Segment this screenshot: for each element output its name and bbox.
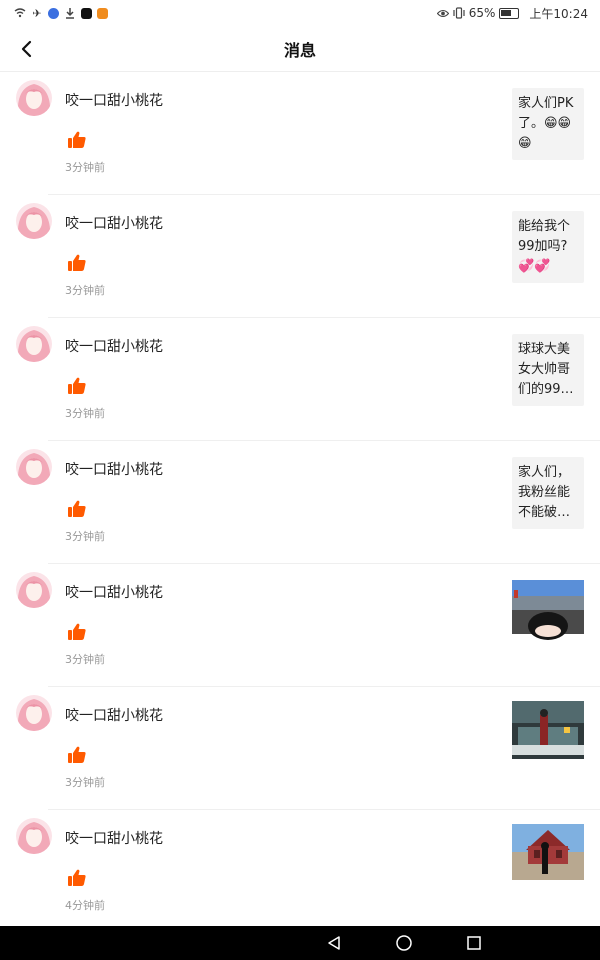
sender-name: 咬一口甜小桃花	[65, 708, 163, 724]
avatar[interactable]	[16, 695, 52, 731]
vibrate-icon	[453, 7, 465, 19]
status-left-icons: ✈	[14, 6, 108, 20]
list-item[interactable]: 咬一口甜小桃花 3分钟前	[0, 687, 600, 810]
timestamp: 3分钟前	[65, 776, 105, 789]
post-preview[interactable]: 家人们PK了。😁😁😁	[512, 88, 584, 160]
list-item[interactable]: 咬一口甜小桃花 4分钟前	[0, 810, 600, 933]
timestamp: 3分钟前	[65, 161, 105, 174]
preview-text: 家人们，我粉丝能不能破…	[518, 465, 571, 520]
back-button[interactable]	[12, 34, 40, 64]
sender-name: 咬一口甜小桃花	[65, 831, 163, 847]
system-nav-bar	[0, 926, 600, 960]
thumbs-up-icon	[66, 375, 88, 397]
header: 消息	[0, 26, 600, 72]
video-app-icon	[97, 7, 108, 19]
timestamp: 3分钟前	[65, 284, 105, 297]
timestamp: 3分钟前	[65, 530, 105, 543]
status-right-icons: 65% 上午10:24	[436, 5, 588, 22]
timestamp: 4分钟前	[65, 899, 105, 912]
avatar[interactable]	[16, 203, 52, 239]
square-recents-icon	[467, 936, 481, 950]
building-character-thumbnail[interactable]	[512, 820, 584, 886]
thumbs-up-icon	[66, 621, 88, 643]
preview-text: 家人们PK了。😁😁😁	[518, 96, 574, 151]
sender-name: 咬一口甜小桃花	[65, 216, 163, 232]
post-preview[interactable]: 球球大美女大帅哥们的99…	[512, 334, 584, 406]
status-bar: ✈ 65% 上午10:24	[0, 0, 600, 26]
nav-recents-button[interactable]	[464, 933, 484, 953]
sender-name: 咬一口甜小桃花	[65, 462, 163, 478]
list-item[interactable]: 咬一口甜小桃花 3分钟前 家人们PK了。😁😁😁	[0, 72, 600, 195]
sender-name: 咬一口甜小桃花	[65, 93, 163, 109]
avatar[interactable]	[16, 80, 52, 116]
list-item[interactable]: 咬一口甜小桃花 3分钟前 家人们，我粉丝能不能破…	[0, 441, 600, 564]
message-list: 咬一口甜小桃花 3分钟前 家人们PK了。😁😁😁 咬一口甜小桃花 3分钟前 能给我…	[0, 72, 600, 933]
preview-text: 球球大美女大帅哥们的99…	[518, 342, 574, 397]
page-title: 消息	[283, 40, 316, 60]
road-scene-thumbnail[interactable]	[512, 574, 584, 640]
airplane-icon: ✈	[32, 6, 42, 20]
avatar[interactable]	[16, 326, 52, 362]
thumbs-up-icon	[66, 252, 88, 274]
list-item[interactable]: 咬一口甜小桃花 3分钟前	[0, 564, 600, 687]
nav-back-button[interactable]	[324, 933, 344, 953]
sender-name: 咬一口甜小桃花	[65, 585, 163, 601]
avatar[interactable]	[16, 449, 52, 485]
list-item[interactable]: 咬一口甜小桃花 3分钟前 球球大美女大帅哥们的99…	[0, 318, 600, 441]
app-notification-icon	[48, 7, 59, 19]
eye-icon	[436, 7, 449, 19]
preview-text: 能给我个99加吗?💞💞	[518, 219, 571, 274]
avatar[interactable]	[16, 572, 52, 608]
post-preview[interactable]: 能给我个99加吗?💞💞	[512, 211, 584, 283]
thumbs-up-icon	[66, 867, 88, 889]
list-item[interactable]: 咬一口甜小桃花 3分钟前 能给我个99加吗?💞💞	[0, 195, 600, 318]
circle-home-icon	[396, 935, 412, 951]
sender-name: 咬一口甜小桃花	[65, 339, 163, 355]
stage-character-thumbnail[interactable]	[512, 697, 584, 763]
clock: 上午10:24	[529, 6, 588, 21]
download-icon	[64, 7, 76, 19]
triangle-back-icon	[328, 936, 340, 950]
tiktok-app-icon	[81, 7, 92, 19]
avatar[interactable]	[16, 818, 52, 854]
timestamp: 3分钟前	[65, 653, 105, 666]
thumbs-up-icon	[66, 129, 88, 151]
nav-home-button[interactable]	[394, 933, 414, 953]
wifi-icon	[14, 7, 26, 19]
timestamp: 3分钟前	[65, 407, 105, 420]
thumbs-up-icon	[66, 498, 88, 520]
chevron-left-icon	[21, 40, 32, 58]
battery-percent: 65%	[468, 6, 496, 20]
battery-icon	[499, 7, 520, 19]
post-preview[interactable]: 家人们，我粉丝能不能破…	[512, 457, 584, 529]
thumbs-up-icon	[66, 744, 88, 766]
